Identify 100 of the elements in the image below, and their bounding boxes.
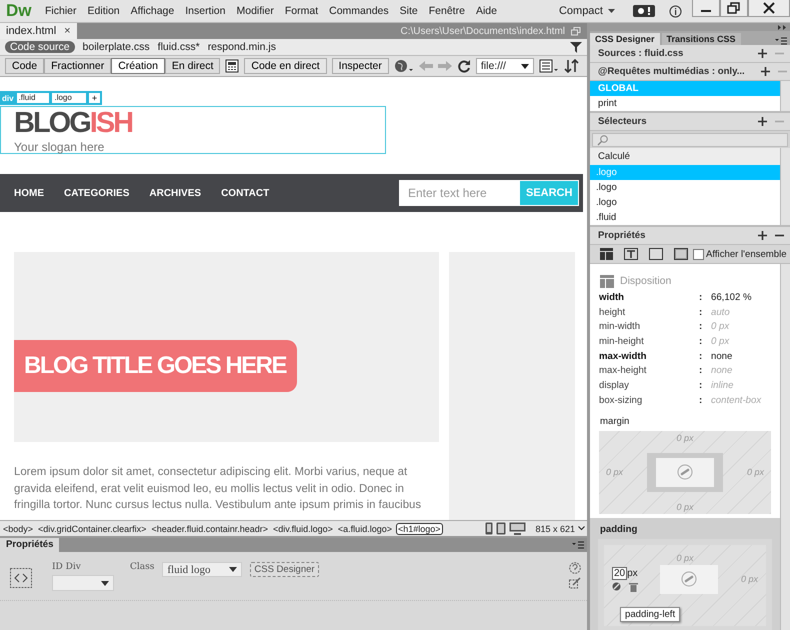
add-class-button[interactable]: +: [88, 93, 100, 103]
background-icon[interactable]: [674, 248, 688, 260]
nav-link[interactable]: ARCHIVES: [149, 188, 202, 198]
menu-item[interactable]: Affichage: [125, 5, 180, 17]
disable-icon[interactable]: [612, 582, 621, 590]
tablet-icon[interactable]: [496, 522, 506, 535]
add-icon[interactable]: [758, 49, 767, 58]
checkbox-label: Afficher l'ensemble: [706, 248, 787, 260]
close-icon[interactable]: [748, 0, 790, 17]
scrollbar[interactable]: [780, 148, 790, 225]
add-icon[interactable]: [758, 117, 767, 126]
tag-selector-item[interactable]: <div.fluid.logo>: [272, 524, 334, 534]
class-tag[interactable]: .logo: [52, 93, 86, 103]
add-icon[interactable]: [758, 231, 767, 240]
tooltip: padding-left: [620, 606, 680, 622]
property-name: height: [599, 306, 626, 318]
list-icon[interactable]: [538, 59, 559, 73]
app-logo: Dw: [5, 1, 32, 21]
selector-item[interactable]: Calculé: [590, 148, 780, 165]
caret-icon[interactable]: [608, 9, 615, 13]
tag-selector-item[interactable]: <h1#logo>: [396, 522, 443, 534]
trash-icon[interactable]: [629, 582, 638, 592]
selector-item[interactable]: .logo: [590, 195, 780, 210]
filter-icon[interactable]: [570, 42, 582, 52]
class-dropdown[interactable]: fluid logo: [162, 562, 242, 577]
info-icon[interactable]: [669, 4, 682, 18]
minimize-icon[interactable]: [692, 0, 720, 17]
tag-selector-item[interactable]: <body>: [2, 524, 34, 534]
tag-selector-item[interactable]: <a.fluid.logo>: [336, 524, 393, 534]
edit-icon[interactable]: [569, 577, 581, 589]
restore-icon[interactable]: [720, 0, 748, 17]
panel-tab[interactable]: CSS Designer: [590, 33, 660, 45]
menu-item[interactable]: Fichier: [40, 5, 82, 17]
panel-tab[interactable]: Propriétés: [0, 538, 60, 552]
layout-icon[interactable]: [600, 248, 613, 260]
desktop-icon[interactable]: [509, 522, 526, 535]
menu-item[interactable]: Aide: [470, 5, 502, 17]
document-tab[interactable]: index.html ×: [0, 23, 77, 39]
view-button[interactable]: Code: [5, 58, 44, 74]
menu-item[interactable]: Edition: [82, 5, 126, 17]
panel-menu-icon[interactable]: [775, 37, 787, 45]
section-label: margin: [599, 414, 630, 428]
view-button[interactable]: En direct: [164, 58, 220, 74]
class-tag[interactable]: .fluid: [16, 93, 50, 103]
add-icon[interactable]: [760, 67, 770, 76]
toolbar-button[interactable]: Inspecter: [332, 58, 389, 74]
blog-title: BLOG TITLE GOES HERE: [14, 340, 298, 392]
address-field[interactable]: file:///: [476, 58, 534, 74]
caret-icon[interactable]: [101, 580, 109, 586]
selector-filter-field[interactable]: [592, 133, 788, 147]
file-path: C:\Users\User\Documents\index.html: [400, 26, 565, 36]
window-size-selector[interactable]: 815 x 621: [535, 524, 575, 534]
scrollbar[interactable]: [780, 81, 790, 111]
view-button[interactable]: Fractionner: [44, 58, 112, 74]
separator: :: [699, 365, 704, 376]
nav-link[interactable]: CATEGORIES: [64, 188, 130, 198]
property-value[interactable]: 66,102 %: [711, 292, 752, 303]
menu-item[interactable]: Modifier: [231, 5, 280, 17]
section-title: Sélecteurs: [598, 116, 647, 127]
section-heading: Disposition: [620, 275, 672, 287]
selector-item[interactable]: .logo: [590, 180, 780, 195]
menu-item[interactable]: Commandes: [324, 5, 394, 17]
separator: :: [699, 321, 704, 332]
workspace-switcher[interactable]: Compact: [558, 5, 603, 17]
body-paragraph: Lorem ipsum dolor sit amet, consectetur adipiscing elit. Morbi varius, neque at gravida eleifend, erat velit euismod leo, eu mollis lectus velit in odio. Donec in fringilla tortor. Nunc cursus lectus nulla. Vestibulum ante ipsum primis in faucibus: [14, 465, 422, 513]
checkbox[interactable]: [693, 248, 704, 260]
tag-selector-item[interactable]: <div.gridContainer.clearfix>: [37, 524, 148, 534]
separator: :: [699, 292, 704, 303]
text-icon[interactable]: [624, 248, 638, 260]
calculator-icon[interactable]: [225, 59, 240, 73]
nav-link[interactable]: HOME: [14, 188, 44, 198]
site-logo[interactable]: BLOGISH: [14, 107, 132, 139]
tag-selector-item[interactable]: <header.fluid.containr.headr>: [150, 524, 270, 534]
panel-tab[interactable]: Transitions CSS: [662, 33, 741, 45]
menu-item[interactable]: Fenêtre: [423, 5, 470, 17]
property-value[interactable]: none: [711, 350, 732, 362]
media-query-item[interactable]: print: [590, 96, 780, 111]
scrollbar[interactable]: [780, 264, 790, 630]
view-button[interactable]: Création: [111, 58, 165, 74]
refresh-icon[interactable]: [456, 59, 471, 73]
related-file-tab[interactable]: respond.min.js: [208, 41, 276, 53]
padding-left-field[interactable]: 20: [612, 566, 628, 580]
help-icon[interactable]: [569, 562, 581, 574]
phone-icon[interactable]: [485, 522, 494, 535]
panel-menu-icon[interactable]: [572, 541, 584, 549]
nav-link[interactable]: CONTACT: [221, 188, 270, 198]
section-label: padding: [599, 522, 638, 536]
related-file-tab[interactable]: Code source: [5, 41, 75, 53]
menu-item[interactable]: Insertion: [180, 5, 231, 17]
menu-item[interactable]: Site: [394, 5, 424, 17]
border-icon[interactable]: [649, 248, 663, 260]
related-file-tab[interactable]: fluid.css*: [158, 41, 200, 53]
caret-icon[interactable]: [229, 567, 238, 572]
related-file-tab[interactable]: boilerplate.css: [82, 41, 150, 53]
css-designer-button[interactable]: CSS Designer: [250, 562, 319, 577]
selector-item[interactable]: .fluid: [590, 210, 780, 225]
menu-item[interactable]: Format: [279, 5, 324, 17]
caret-icon[interactable]: [520, 64, 529, 68]
toolbar-button[interactable]: Code en direct: [244, 58, 327, 74]
caret-icon[interactable]: [578, 526, 585, 531]
